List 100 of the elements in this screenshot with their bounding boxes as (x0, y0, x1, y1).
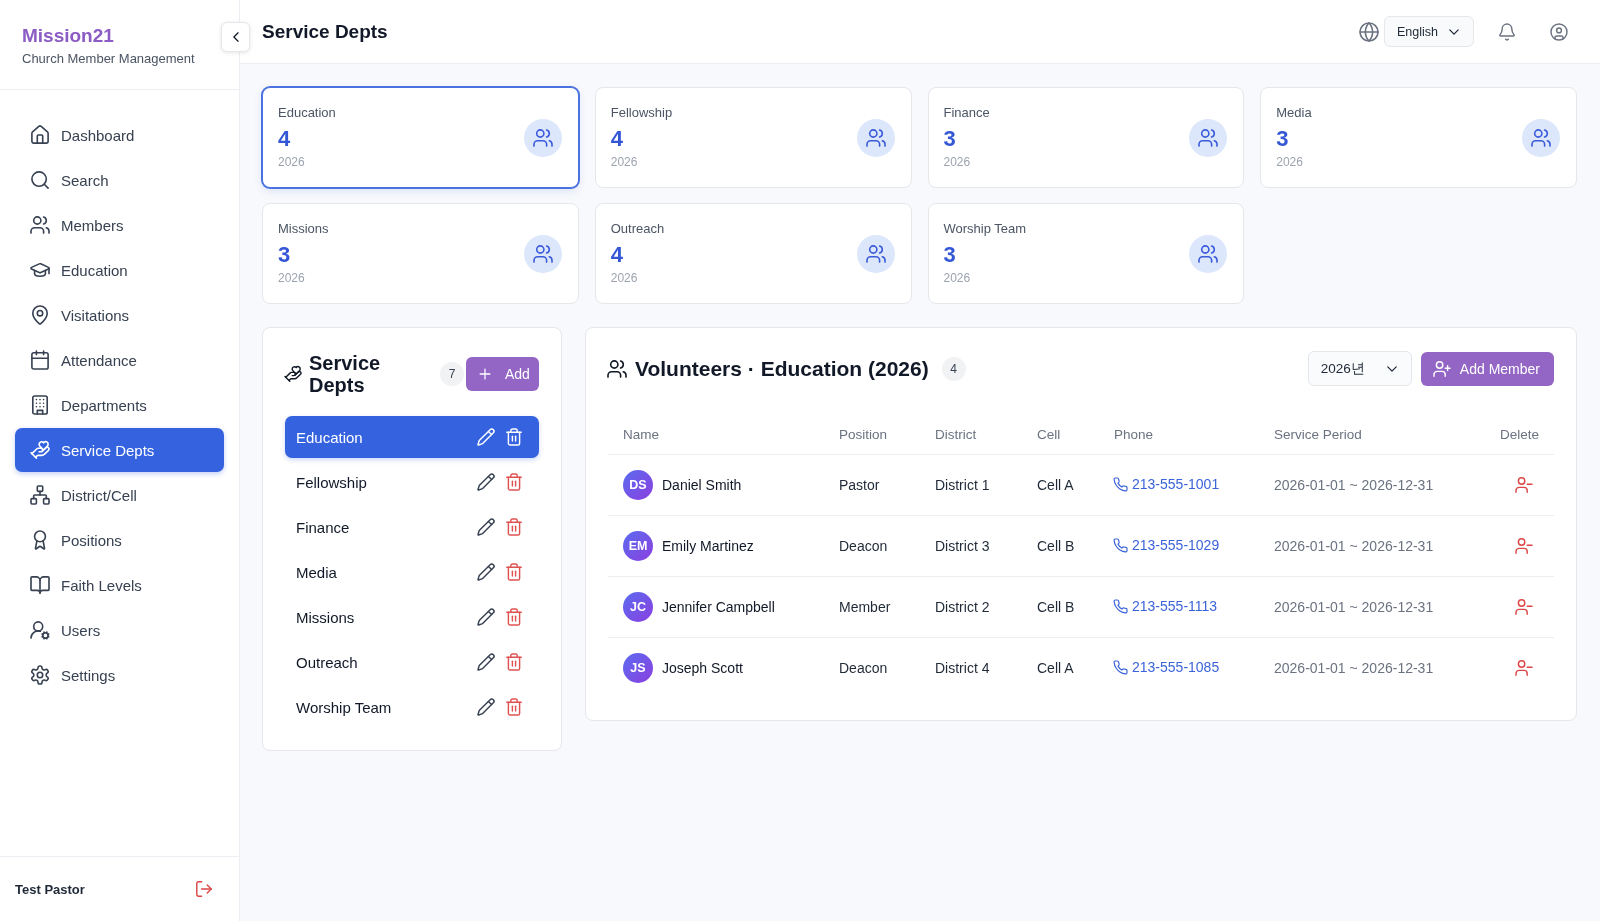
department-name: Fellowship (610, 105, 673, 121)
pencil-icon[interactable] (478, 609, 494, 625)
card-year: 2026 (278, 154, 305, 170)
department-card[interactable]: Outreach 4 2026 (594, 203, 912, 304)
department-card[interactable]: Fellowship 4 2026 (594, 87, 912, 188)
card-year: 2026 (943, 270, 971, 286)
open-book-icon (31, 576, 49, 594)
department-item[interactable]: Media (285, 551, 539, 593)
plus-icon (478, 367, 492, 381)
year-select[interactable]: 2026년 (1307, 351, 1412, 386)
member-count: 3 (943, 125, 956, 153)
app-logo: Mission21 (22, 25, 114, 47)
phone-icon (1114, 538, 1127, 552)
phone-link[interactable]: 213-555-1029 (1114, 537, 1220, 554)
count-badge: 4 (941, 356, 966, 381)
column-header: Name (623, 426, 659, 442)
member-count: 3 (1276, 125, 1289, 153)
user-circle-icon[interactable] (1551, 23, 1567, 40)
department-item[interactable]: Fellowship (285, 461, 539, 503)
pencil-icon[interactable] (478, 654, 494, 670)
nav-item[interactable]: Service Depts (15, 428, 224, 472)
nav-item[interactable]: Visitations (15, 293, 224, 337)
department-item[interactable]: Missions (285, 596, 539, 638)
users-icon (31, 216, 49, 234)
remove-user-icon[interactable] (1516, 477, 1532, 493)
phone-link[interactable]: 213-555-1113 (1114, 598, 1218, 615)
trash-icon[interactable] (506, 699, 522, 715)
table-cell: 2026-01-01 ~ 2026-12-31 (1274, 660, 1434, 676)
globe-icon (1360, 22, 1378, 41)
remove-user-icon[interactable] (1516, 538, 1532, 554)
table-cell: Cell A (1037, 660, 1074, 676)
table-cell: Deacon (839, 660, 888, 676)
nav-item[interactable]: Education (15, 248, 224, 292)
nav-item[interactable]: Positions (15, 518, 224, 562)
language-select[interactable]: English (1384, 16, 1474, 47)
nav-item[interactable]: Search (15, 158, 224, 202)
hierarchy-icon (31, 486, 49, 504)
nav-item[interactable]: Members (15, 203, 224, 247)
card-year: 2026 (278, 270, 305, 286)
home-icon (31, 126, 49, 144)
member-name: Joseph Scott (662, 660, 743, 676)
pencil-icon[interactable] (478, 519, 494, 535)
nav-item[interactable]: Departments (15, 383, 224, 427)
member-name: Jennifer Campbell (662, 599, 775, 615)
department-card[interactable]: Missions 3 2026 (262, 203, 579, 304)
column-header: Phone (1114, 426, 1154, 442)
add-button[interactable]: Add (466, 357, 539, 391)
table-cell: Pastor (839, 477, 880, 493)
phone-link[interactable]: 213-555-1085 (1114, 659, 1220, 676)
member-count: 4 (610, 241, 623, 269)
search-icon (31, 171, 49, 189)
department-item[interactable]: Worship Team (285, 686, 539, 728)
users-icon (523, 234, 562, 273)
bell-icon[interactable] (1499, 23, 1515, 40)
trash-icon[interactable] (506, 519, 522, 535)
remove-user-icon[interactable] (1516, 599, 1532, 615)
department-item[interactable]: Education (285, 416, 539, 458)
nav-item[interactable]: Attendance (15, 338, 224, 382)
pencil-icon[interactable] (478, 699, 494, 715)
add-member-button[interactable]: Add Member (1420, 351, 1554, 386)
avatar: DS (623, 470, 653, 500)
nav-item[interactable]: Settings (15, 653, 224, 697)
column-header: District (935, 426, 977, 442)
member-count: 4 (610, 125, 623, 153)
nav-item[interactable]: Dashboard (15, 113, 224, 157)
department-card[interactable]: Finance 3 2026 (927, 87, 1245, 188)
column-header: Position (839, 426, 888, 442)
table-cell: District 1 (935, 477, 990, 493)
remove-user-icon[interactable] (1516, 660, 1532, 676)
user-gear-icon (31, 621, 49, 639)
trash-icon[interactable] (506, 609, 522, 625)
phone-icon (1114, 599, 1127, 613)
panel-title: Service Depts (309, 352, 382, 396)
table-cell: District 2 (935, 599, 990, 615)
user-plus-icon (1433, 360, 1450, 377)
department-card[interactable]: Worship Team 3 2026 (927, 203, 1245, 304)
hand-heart-icon (31, 441, 49, 459)
member-count: 4 (278, 125, 291, 153)
department-item[interactable]: Outreach (285, 641, 539, 683)
trash-icon[interactable] (506, 654, 522, 670)
nav-item[interactable]: Faith Levels (15, 563, 224, 607)
pencil-icon[interactable] (478, 564, 494, 580)
column-header: Service Period (1274, 426, 1362, 442)
users-icon (856, 118, 895, 157)
nav-item[interactable]: District/Cell (15, 473, 224, 517)
department-card[interactable]: Media 3 2026 (1260, 87, 1577, 188)
nav-item[interactable]: Users (15, 608, 224, 652)
trash-icon[interactable] (506, 564, 522, 580)
trash-icon[interactable] (506, 429, 522, 445)
department-item[interactable]: Finance (285, 506, 539, 548)
pencil-icon[interactable] (478, 474, 494, 490)
calendar-icon (31, 351, 49, 369)
department-card[interactable]: Education 4 2026 (262, 87, 579, 188)
users-icon (523, 118, 562, 157)
collapse-button[interactable] (221, 22, 250, 52)
department-name: Outreach (610, 221, 665, 237)
table-cell: 2026-01-01 ~ 2026-12-31 (1274, 599, 1434, 615)
phone-link[interactable]: 213-555-1001 (1114, 476, 1220, 493)
logout-icon[interactable] (196, 881, 212, 897)
trash-icon[interactable] (506, 474, 522, 490)
